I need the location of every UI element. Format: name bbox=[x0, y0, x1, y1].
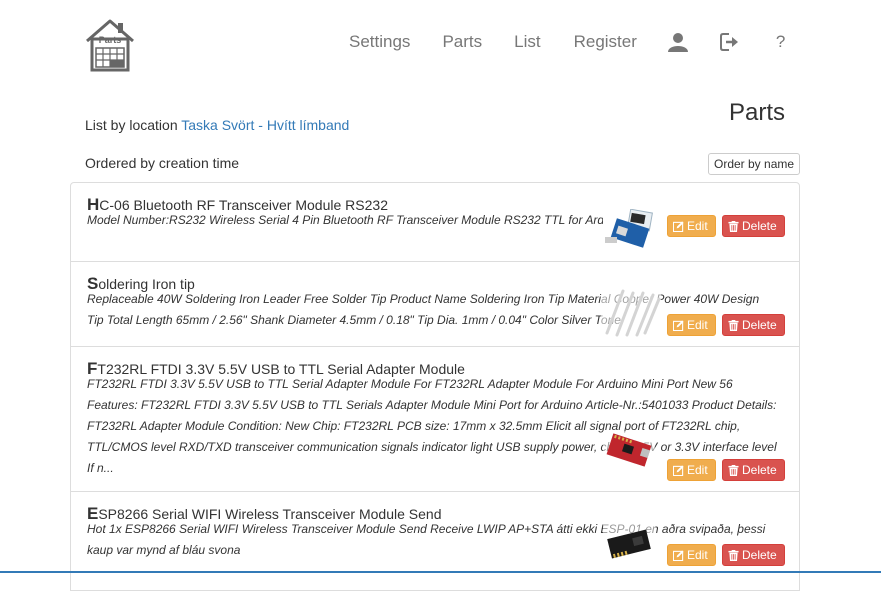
list-item[interactable]: ESP8266 Serial WIFI Wireless Transceiver… bbox=[70, 491, 800, 591]
edit-icon bbox=[673, 464, 684, 476]
edit-button[interactable]: Edit bbox=[667, 459, 716, 481]
nav-settings-link[interactable]: Settings bbox=[349, 32, 410, 52]
delete-label: Delete bbox=[742, 318, 777, 332]
delete-button[interactable]: Delete bbox=[722, 544, 785, 566]
parts-logo[interactable]: Parts bbox=[84, 18, 136, 72]
location-line: List by location Taska Svört - Hvítt lím… bbox=[85, 117, 349, 133]
edit-icon bbox=[673, 319, 684, 331]
trash-icon bbox=[728, 464, 739, 476]
part-thumbnail bbox=[601, 287, 661, 337]
delete-button[interactable]: Delete bbox=[722, 314, 785, 336]
delete-label: Delete bbox=[742, 463, 777, 477]
delete-label: Delete bbox=[742, 548, 777, 562]
user-icon[interactable] bbox=[667, 31, 689, 53]
part-thumbnail bbox=[603, 431, 655, 471]
edit-label: Edit bbox=[687, 318, 708, 332]
edit-label: Edit bbox=[687, 548, 708, 562]
edit-button[interactable]: Edit bbox=[667, 314, 716, 336]
list-item[interactable]: HC-06 Bluetooth RF Transceiver Module RS… bbox=[70, 182, 800, 262]
help-link[interactable]: ? bbox=[776, 32, 785, 52]
trash-icon bbox=[728, 220, 739, 232]
edit-icon bbox=[673, 220, 684, 232]
parts-list: HC-06 Bluetooth RF Transceiver Module RS… bbox=[70, 182, 800, 591]
trash-icon bbox=[728, 319, 739, 331]
list-item[interactable]: FT232RL FTDI 3.3V 5.5V USB to TTL Serial… bbox=[70, 346, 800, 492]
nav-list-link[interactable]: List bbox=[514, 32, 540, 52]
delete-button[interactable]: Delete bbox=[722, 215, 785, 237]
edit-label: Edit bbox=[687, 219, 708, 233]
ordered-by-text: Ordered by creation time bbox=[85, 155, 240, 171]
part-thumbnail bbox=[605, 209, 653, 248]
part-description: Model Number:RS232 Wireless Serial 4 Pin… bbox=[87, 213, 603, 227]
delete-button[interactable]: Delete bbox=[722, 459, 785, 481]
location-prefix: List by location bbox=[85, 117, 178, 133]
location-link[interactable]: Taska Svört - Hvítt límband bbox=[181, 117, 349, 133]
page-title: Parts bbox=[728, 99, 785, 126]
edit-button[interactable]: Edit bbox=[667, 215, 716, 237]
list-item[interactable]: Soldering Iron tip Replaceable 40W Solde… bbox=[70, 261, 800, 347]
part-thumbnail bbox=[603, 524, 655, 564]
edit-button[interactable]: Edit bbox=[667, 544, 716, 566]
nav-register-link[interactable]: Register bbox=[574, 32, 637, 52]
order-by-name-button[interactable]: Order by name bbox=[708, 153, 801, 175]
trash-icon bbox=[728, 549, 739, 561]
logo-text: Parts bbox=[99, 35, 122, 45]
logout-icon[interactable] bbox=[719, 31, 741, 53]
delete-label: Delete bbox=[742, 219, 777, 233]
edit-label: Edit bbox=[687, 463, 708, 477]
edit-icon bbox=[673, 549, 684, 561]
nav-parts-link[interactable]: Parts bbox=[442, 32, 482, 52]
main-nav: Settings Parts List Register ? bbox=[340, 30, 785, 54]
